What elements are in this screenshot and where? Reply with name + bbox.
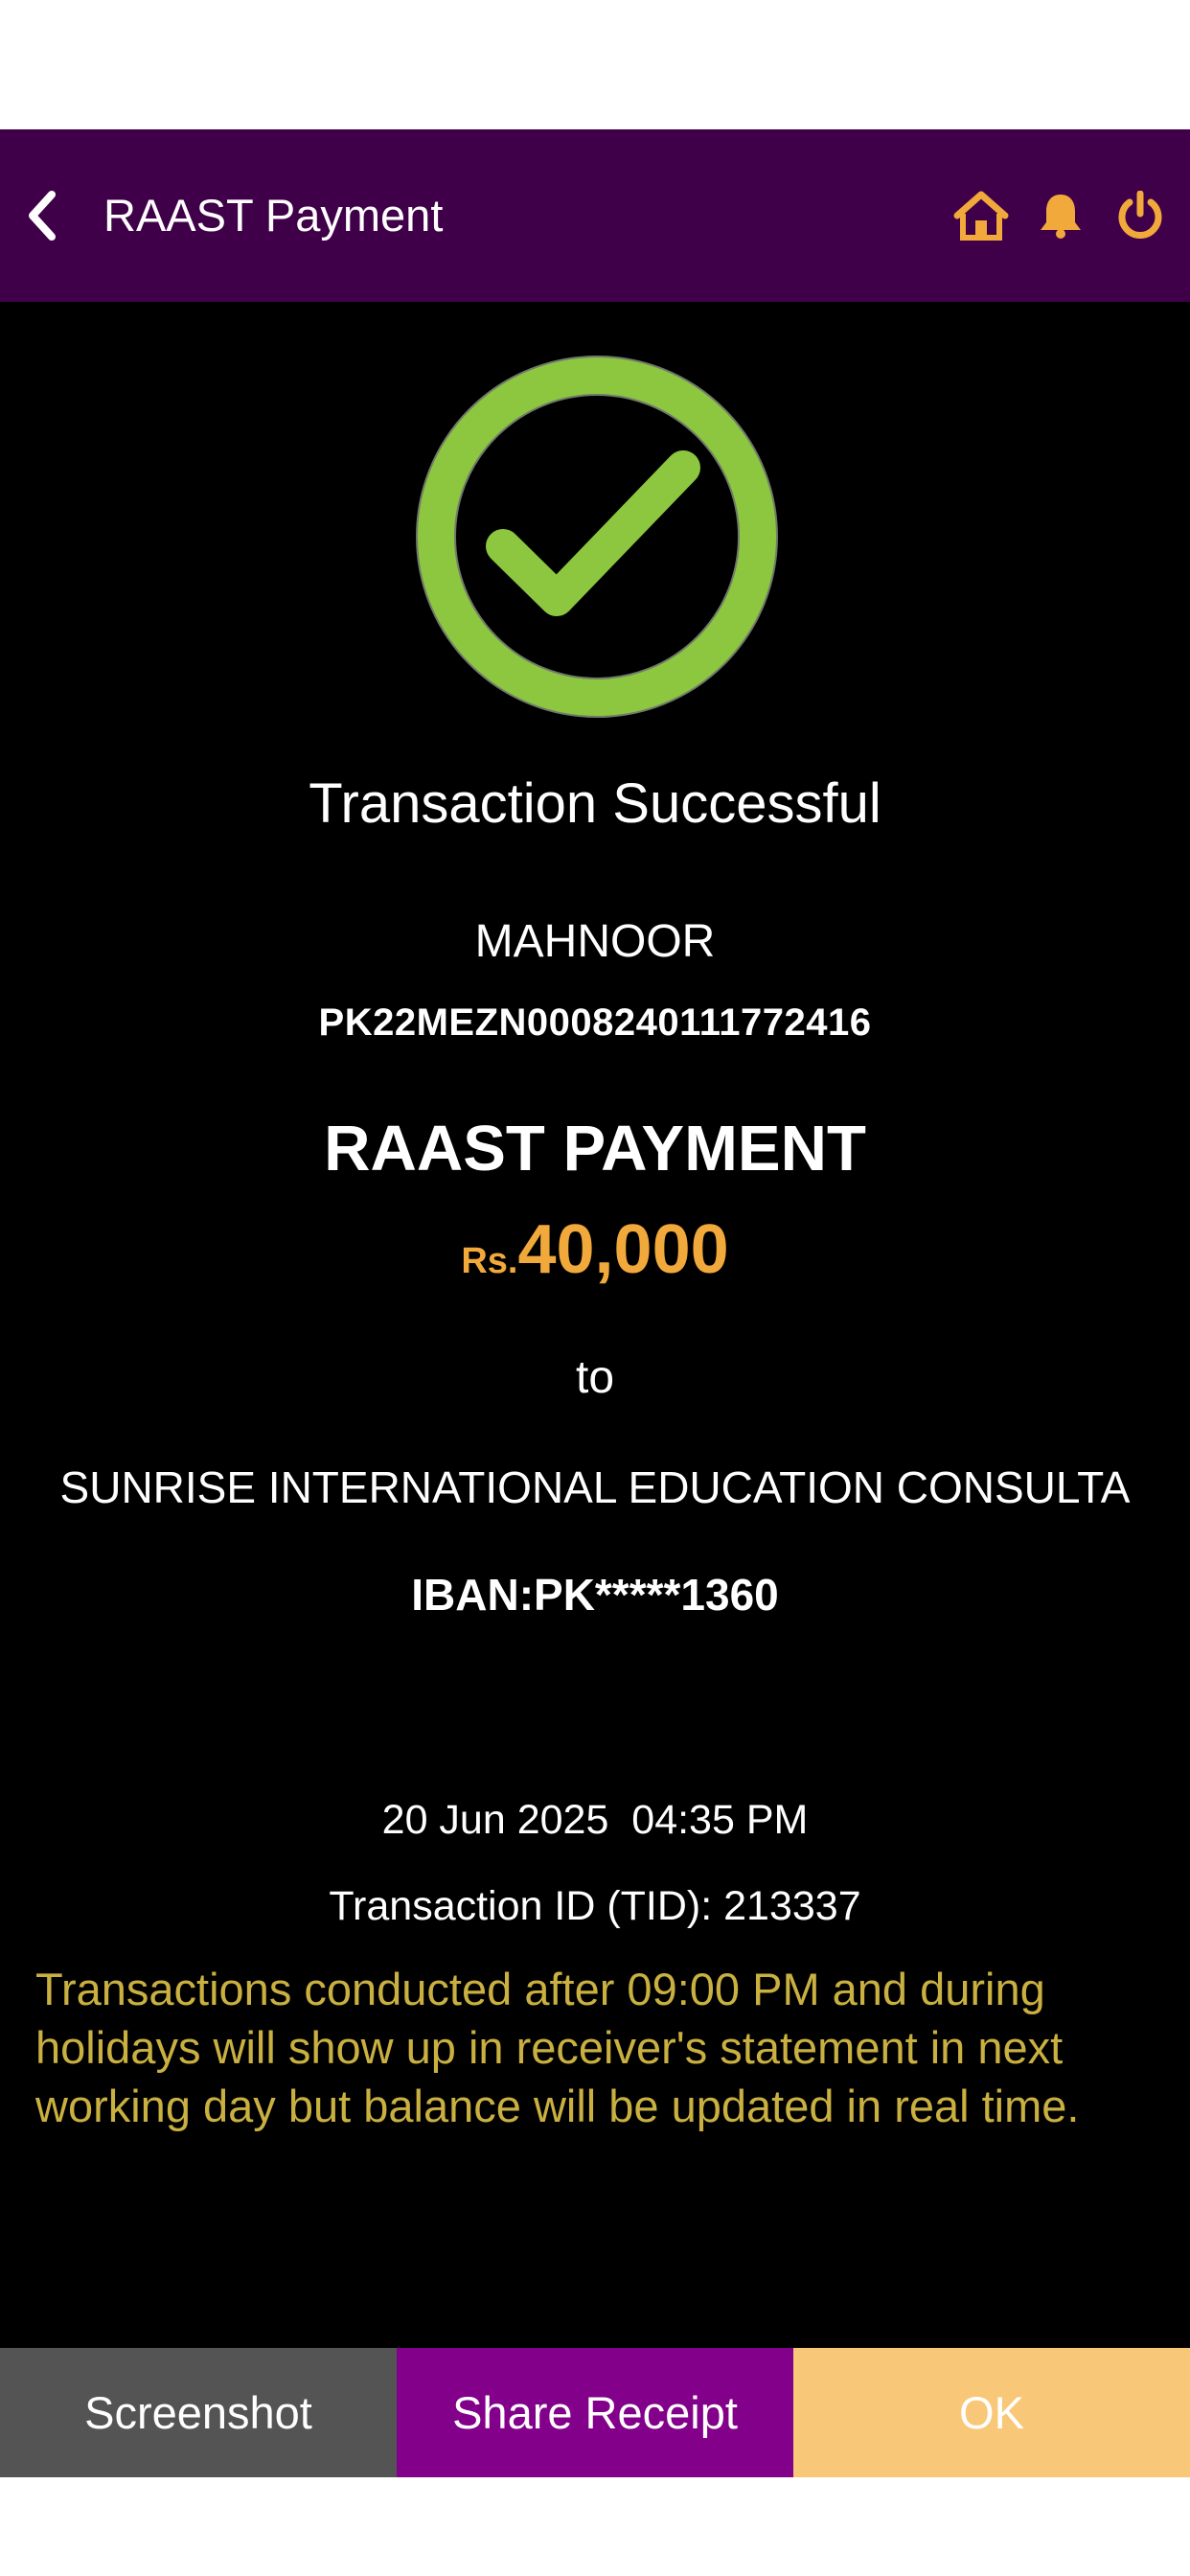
recipient-iban: IBAN:PK*****1360 xyxy=(411,1570,779,1620)
screenshot-button[interactable]: Screenshot xyxy=(0,2348,397,2477)
back-chevron-icon xyxy=(29,191,56,241)
transaction-status: Transaction Successful xyxy=(309,772,881,835)
amount: Rs.40,000 xyxy=(0,1210,1190,1289)
currency-label: Rs. xyxy=(461,1241,518,1281)
home-icon xyxy=(953,191,1009,241)
sender-name: MAHNOOR xyxy=(474,916,716,967)
bell-icon xyxy=(1041,195,1081,239)
share-receipt-button[interactable]: Share Receipt xyxy=(397,2348,793,2477)
back-button[interactable] xyxy=(13,185,71,246)
receipt-panel: Transaction Successful MAHNOOR PK22MEZN0… xyxy=(0,302,1190,2348)
transaction-date: 20 Jun 2025 xyxy=(381,1797,609,1843)
transaction-time: 04:35 PM xyxy=(631,1797,809,1843)
status-bar-area xyxy=(0,0,1190,129)
action-bar: Screenshot Share Receipt OK xyxy=(0,2348,1190,2477)
recipient-name: SUNRISE INTERNATIONAL EDUCATION CONSULTA xyxy=(59,1462,1131,1512)
home-indicator-area xyxy=(0,2477,1190,2576)
home-button[interactable] xyxy=(950,185,1012,246)
transaction-id: Transaction ID (TID): 213337 xyxy=(329,1883,861,1929)
logout-button[interactable] xyxy=(1110,185,1171,246)
power-icon xyxy=(1118,191,1162,239)
amount-value: 40,000 xyxy=(517,1211,729,1288)
payment-type: RAAST PAYMENT xyxy=(324,1113,866,1184)
app-header: RAAST Payment xyxy=(0,129,1190,302)
processing-notice: Transactions conducted after 09:00 PM an… xyxy=(35,1964,1080,2131)
notifications-button[interactable] xyxy=(1030,185,1091,246)
page-title: RAAST Payment xyxy=(103,190,444,241)
to-label: to xyxy=(575,1352,615,1403)
sender-iban: PK22MEZN0008240111772416 xyxy=(318,1001,872,1044)
ok-button[interactable]: OK xyxy=(793,2348,1190,2477)
transaction-datetime: 20 Jun 2025 04:35 PM xyxy=(0,1797,1190,1844)
check-circle-icon xyxy=(416,356,778,718)
